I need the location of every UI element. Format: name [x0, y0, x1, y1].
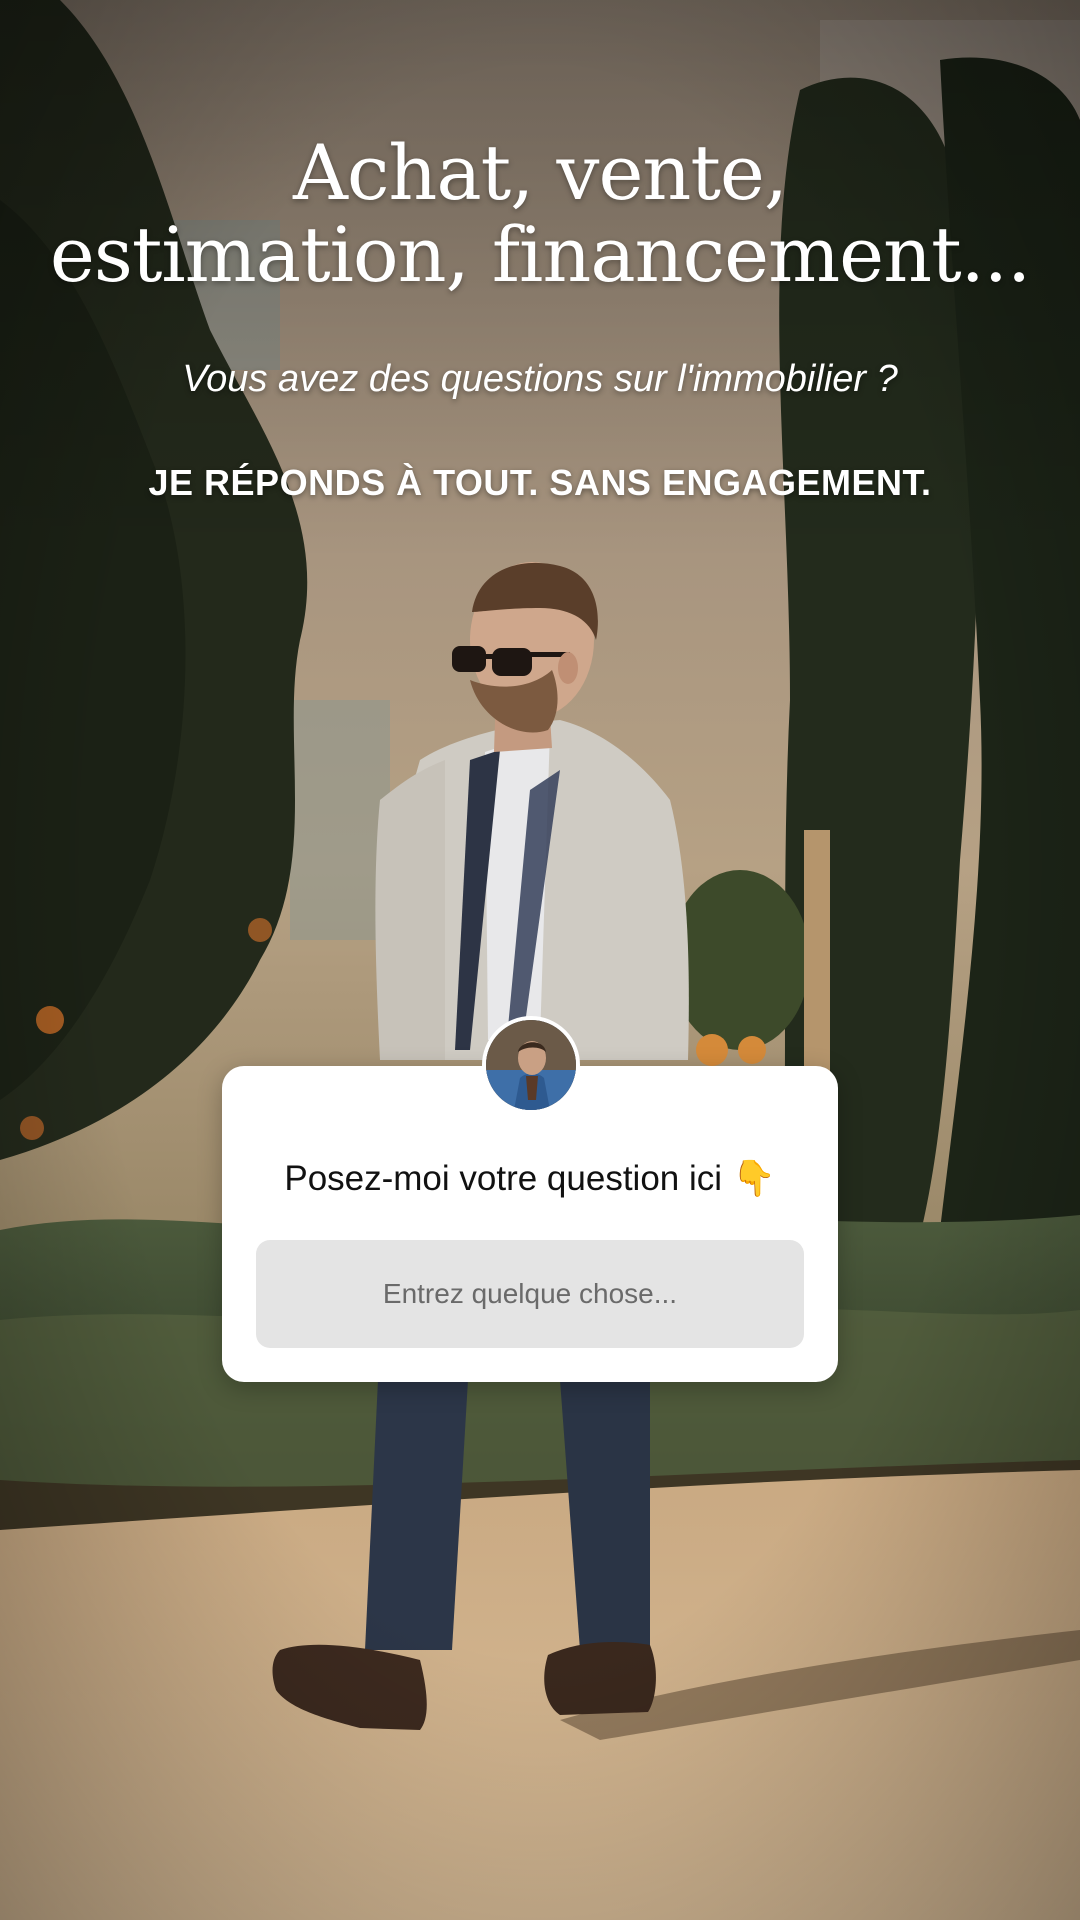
avatar	[482, 1016, 580, 1114]
headline-line-1: Achat, vente,	[292, 128, 788, 217]
tagline: JE RÉPONDS À TOUT. SANS ENGAGEMENT.	[148, 462, 932, 503]
story-canvas: Achat, vente, estimation, financement...…	[0, 0, 1080, 1920]
question-prompt: Posez-moi votre question ici 👇	[222, 1158, 838, 1199]
headline-line-2: estimation, financement...	[49, 210, 1031, 299]
question-input[interactable]	[256, 1240, 804, 1348]
subtitle: Vous avez des questions sur l'immobilier…	[182, 358, 898, 400]
pointing-down-icon: 👇	[732, 1159, 776, 1199]
question-prompt-text: Posez-moi votre question ici	[284, 1159, 723, 1198]
